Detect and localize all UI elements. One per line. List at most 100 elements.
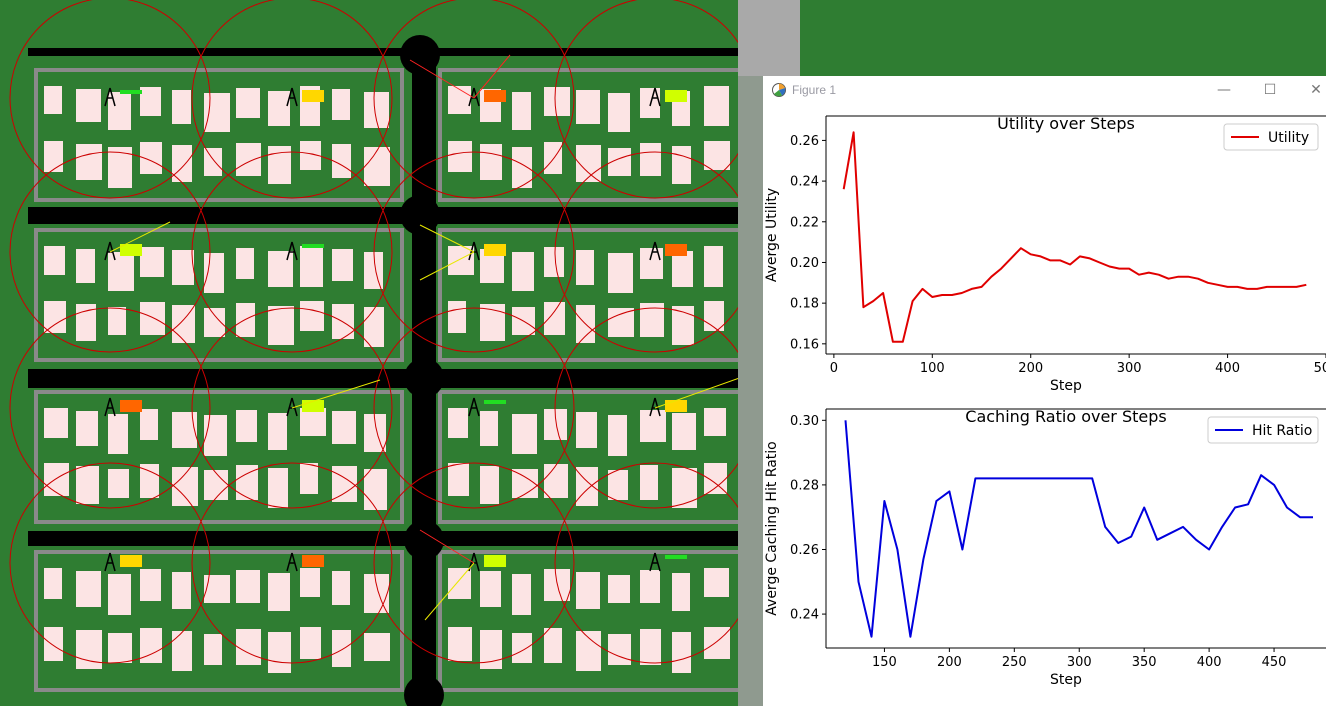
intersection xyxy=(404,520,444,560)
cache-indicator xyxy=(484,555,506,567)
building xyxy=(300,568,320,597)
building xyxy=(704,627,730,659)
building xyxy=(268,251,293,287)
building xyxy=(364,147,390,186)
building xyxy=(640,465,658,500)
building xyxy=(608,308,634,337)
building xyxy=(576,412,597,448)
building xyxy=(672,573,690,611)
building xyxy=(172,467,198,506)
building xyxy=(44,141,63,172)
building xyxy=(300,408,326,436)
building xyxy=(268,468,288,508)
building xyxy=(544,247,564,277)
hit-ratio-chart: Caching Ratio over Steps 150 200 250 300 350 4… xyxy=(764,407,1326,688)
building xyxy=(204,93,230,132)
building xyxy=(480,411,498,446)
building xyxy=(236,88,260,118)
window-title: Figure 1 xyxy=(792,83,837,97)
cache-indicator xyxy=(484,400,506,404)
x-tick-label: 300 xyxy=(1117,361,1142,376)
building xyxy=(172,412,197,448)
series-line-hit-ratio xyxy=(844,420,1313,638)
cache-indicator xyxy=(484,244,506,256)
map-edge xyxy=(738,0,800,76)
building xyxy=(704,86,729,126)
chart-title: Utility over Steps xyxy=(997,114,1135,133)
building xyxy=(44,463,69,496)
cache-indicator xyxy=(665,555,687,559)
x-tick-label: 350 xyxy=(1132,655,1157,670)
building xyxy=(332,571,350,605)
building xyxy=(704,463,727,494)
building xyxy=(544,302,565,335)
building xyxy=(448,86,471,114)
building xyxy=(704,568,729,597)
building xyxy=(300,463,318,494)
intersection xyxy=(400,195,440,235)
cache-indicator xyxy=(665,400,687,412)
building xyxy=(332,411,356,444)
legend-label: Utility xyxy=(1268,130,1309,146)
close-icon: ✕ xyxy=(1310,82,1322,98)
building xyxy=(268,306,294,345)
cache-indicator xyxy=(665,244,687,256)
x-tick-label: 300 xyxy=(1067,655,1092,670)
building xyxy=(236,629,261,665)
x-axis-label: Step xyxy=(1050,378,1082,394)
window-titlebar[interactable]: Figure 1 — ☐ ✕ xyxy=(763,76,1326,104)
y-tick-label: 0.30 xyxy=(790,414,819,429)
building xyxy=(576,572,600,609)
y-tick-label: 0.26 xyxy=(790,134,819,149)
x-tick-label: 200 xyxy=(1018,361,1043,376)
building xyxy=(268,573,290,611)
building xyxy=(140,569,161,601)
y-tick-label: 0.22 xyxy=(790,215,819,230)
building xyxy=(544,87,570,116)
building xyxy=(448,301,466,333)
building xyxy=(76,466,99,504)
close-button[interactable]: ✕ xyxy=(1293,78,1326,102)
building xyxy=(544,628,562,663)
building xyxy=(480,466,499,504)
building xyxy=(204,308,225,337)
building xyxy=(332,89,350,120)
building xyxy=(332,249,353,281)
building xyxy=(236,410,257,442)
cache-indicator xyxy=(302,244,324,248)
intersection xyxy=(400,35,440,75)
building xyxy=(44,568,62,599)
building xyxy=(704,246,723,287)
minimize-button[interactable]: — xyxy=(1201,78,1247,102)
building xyxy=(608,415,627,456)
building xyxy=(364,574,389,613)
matplotlib-figure-window: Figure 1 — ☐ ✕ Utility over Steps 0 100 200… xyxy=(763,76,1326,706)
building xyxy=(640,410,666,442)
building xyxy=(204,415,227,456)
building xyxy=(300,301,324,331)
building xyxy=(448,627,472,661)
cache-indicator xyxy=(665,90,687,102)
building xyxy=(204,470,228,500)
building xyxy=(332,630,351,667)
building xyxy=(512,633,532,663)
building xyxy=(480,571,501,607)
maximize-icon: ☐ xyxy=(1263,82,1277,98)
building xyxy=(140,87,161,116)
building xyxy=(364,633,390,661)
building xyxy=(448,463,469,496)
building xyxy=(576,631,601,671)
minimize-icon: — xyxy=(1217,82,1231,98)
maximize-button[interactable]: ☐ xyxy=(1247,78,1293,102)
building xyxy=(704,408,726,436)
building xyxy=(480,630,502,669)
building xyxy=(544,142,562,174)
building xyxy=(236,248,254,279)
building xyxy=(268,413,287,450)
x-tick-label: 0 xyxy=(830,361,838,376)
building xyxy=(608,93,630,132)
building xyxy=(448,141,472,172)
building xyxy=(268,632,291,673)
building xyxy=(268,91,290,126)
y-axis-label: Averge Caching Hit Ratio xyxy=(764,441,780,615)
